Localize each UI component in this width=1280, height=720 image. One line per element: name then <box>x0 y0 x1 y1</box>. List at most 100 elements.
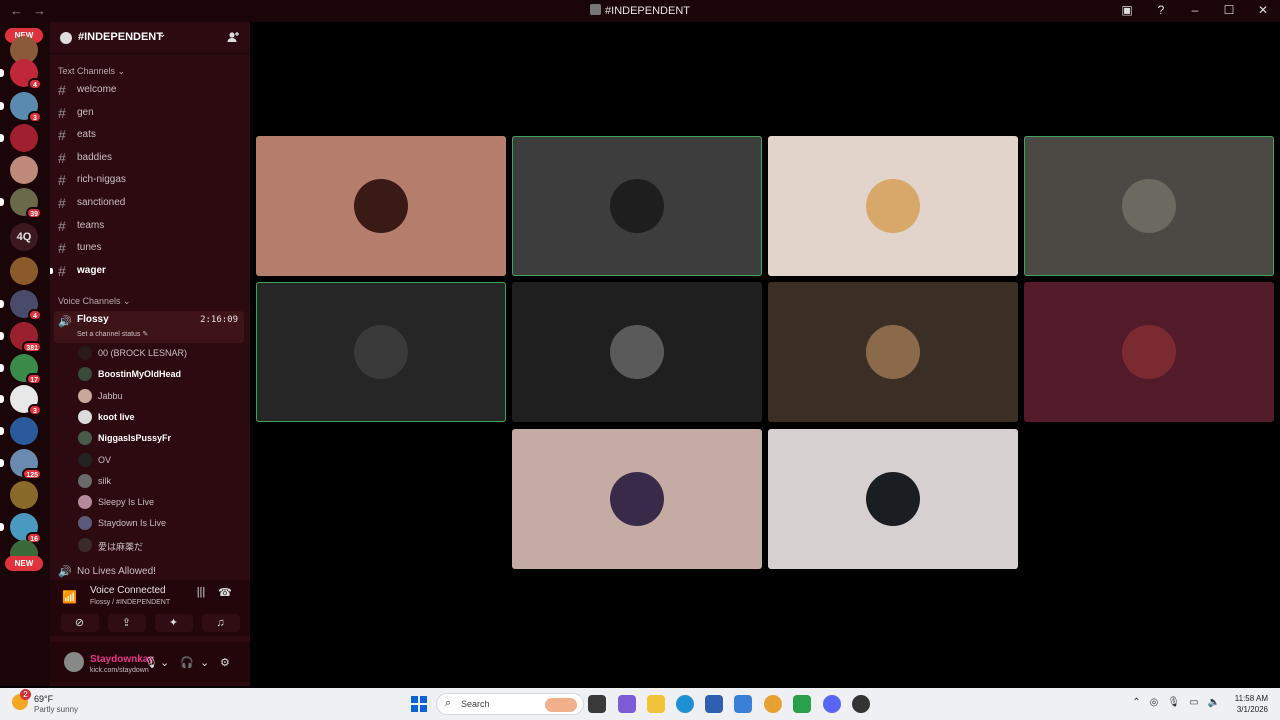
voice-member[interactable]: silk <box>74 472 244 490</box>
server-icon-9[interactable]: 381 <box>10 322 42 353</box>
maximize-button[interactable]: ☐ <box>1222 3 1236 17</box>
new-badge-bottom[interactable]: NEW <box>5 556 43 571</box>
participant-tile[interactable] <box>768 282 1018 422</box>
audio-options-chevron-icon[interactable]: ⌄ <box>200 656 209 669</box>
start-button[interactable] <box>411 696 427 712</box>
server-4q[interactable]: 4Q <box>10 223 38 251</box>
channel-tunes[interactable]: # tunes <box>54 238 242 258</box>
participant-tile[interactable] <box>256 282 506 422</box>
app-icon-green[interactable] <box>793 695 811 713</box>
help-icon[interactable]: ? <box>1154 3 1168 17</box>
voice-status-title[interactable]: Voice Connected <box>90 585 166 596</box>
voice-member[interactable]: OV <box>74 451 244 469</box>
store-icon[interactable] <box>705 695 723 713</box>
channel-rich-niggas[interactable]: # rich-niggas <box>54 170 242 190</box>
volume-icon[interactable]: 🔈 <box>1208 697 1220 708</box>
channel-welcome[interactable]: # welcome <box>54 80 242 100</box>
close-button[interactable]: ✕ <box>1256 3 1270 17</box>
minimize-button[interactable]: – <box>1188 3 1202 17</box>
server-icon-7[interactable] <box>10 257 38 285</box>
participant-tile[interactable] <box>1024 282 1274 422</box>
voice-channel-flossy[interactable]: 🔊 Flossy 2:16:09 Set a channel status ✎ <box>54 311 244 343</box>
server-icon-15[interactable]: 16 <box>10 513 42 544</box>
participant-tile[interactable] <box>768 429 1018 569</box>
unread-pip <box>0 69 4 77</box>
voice-status-subtitle[interactable]: Flossy / #INDEPENDENT <box>90 599 170 606</box>
tray-app-icon[interactable]: ◎ <box>1150 697 1159 708</box>
channel-gen[interactable]: # gen <box>54 103 242 123</box>
voice-member[interactable]: Staydown Is Live <box>74 514 244 532</box>
chevron-up-icon[interactable]: ⌃ <box>1132 697 1140 708</box>
channel-wager[interactable]: # wager <box>50 261 242 281</box>
server-icon-13[interactable]: 125 <box>10 449 42 480</box>
participant-tile[interactable] <box>256 136 506 276</box>
voice-member[interactable]: 00 (BROCK LESNAR) <box>74 344 244 362</box>
channel-teams[interactable]: # teams <box>54 216 242 236</box>
copilot-icon[interactable] <box>618 695 636 713</box>
unread-pip <box>0 102 4 110</box>
channel-sanctioned[interactable]: # sanctioned <box>54 193 242 213</box>
headphones-icon[interactable]: 🎧 <box>180 656 194 669</box>
window-title: #INDEPENDENT <box>605 5 690 17</box>
voice-channel-no-lives[interactable]: 🔊 No Lives Allowed! <box>54 562 242 582</box>
participant-tile[interactable] <box>512 429 762 569</box>
voice-member[interactable]: Sleepy Is Live <box>74 493 244 511</box>
call-timer: 2:16:09 <box>200 315 238 325</box>
gear-icon[interactable]: ⚙ <box>220 656 230 669</box>
participant-avatar <box>866 325 920 379</box>
voice-member[interactable]: Jabbu <box>74 387 244 405</box>
text-channels-category[interactable]: Text Channels ⌄ <box>58 66 125 77</box>
screen-share-button[interactable]: ⇪ <box>107 614 146 632</box>
voice-member[interactable]: koot live <box>74 408 244 426</box>
voice-member[interactable]: BoostinMyOldHead <box>74 365 244 383</box>
server-icon-2[interactable]: 4 <box>10 59 42 90</box>
server-badge: 381 <box>22 341 42 353</box>
signal-icon[interactable]: 📶 <box>62 590 77 604</box>
mic-options-chevron-icon[interactable]: ⌄ <box>160 656 169 669</box>
server-boost-icon <box>60 32 72 44</box>
voice-actions: ⊘ ⇪ ✦ ♫ <box>50 614 250 634</box>
clock[interactable]: 11:58 AM 3/1/2026 <box>1235 693 1268 715</box>
inbox-icon[interactable]: ▣ <box>1120 3 1134 17</box>
microphone-tray-icon[interactable]: 🎙 <box>1167 697 1180 708</box>
taskbar-search[interactable]: ⌕ Search <box>436 693 584 715</box>
edge-icon[interactable] <box>676 695 694 713</box>
participant-tile[interactable] <box>512 282 762 422</box>
chrome-icon[interactable] <box>764 695 782 713</box>
soundboard-button[interactable]: ♫ <box>201 614 240 632</box>
hash-icon: # <box>58 263 66 279</box>
voice-member[interactable]: NiggasIsPussyFr <box>74 429 244 447</box>
server-icon-10[interactable]: 17 <box>10 354 42 385</box>
participant-tile[interactable] <box>512 136 762 276</box>
participant-tile[interactable] <box>1024 136 1274 276</box>
user-avatar[interactable] <box>64 652 84 672</box>
network-icon[interactable]: ▭ <box>1189 697 1198 708</box>
server-header[interactable]: #INDEPENDENT ⌄ <box>50 22 250 54</box>
server-icon-12[interactable] <box>10 417 38 445</box>
disconnect-icon[interactable]: ☎ <box>218 586 232 600</box>
server-icon-6[interactable]: 39 <box>10 188 42 219</box>
server-icon-5[interactable] <box>10 156 38 184</box>
participant-tile[interactable] <box>768 136 1018 276</box>
voice-channels-category[interactable]: Voice Channels ⌄ <box>58 296 131 307</box>
camera-off-button[interactable]: ⊘ <box>60 614 99 632</box>
microphone-icon[interactable]: 🎙 <box>144 656 158 669</box>
outlook-icon[interactable] <box>734 695 752 713</box>
server-icon-8[interactable]: 4 <box>10 290 42 321</box>
app-icon-dark[interactable] <box>852 695 870 713</box>
server-icon-11[interactable]: 3 <box>10 385 42 416</box>
invite-people-icon[interactable] <box>226 30 240 44</box>
channel-status-input[interactable]: Set a channel status ✎ <box>77 330 148 338</box>
activities-button[interactable]: ✦ <box>154 614 193 632</box>
discord-icon[interactable] <box>823 695 841 713</box>
task-view-icon[interactable] <box>588 695 606 713</box>
noise-suppression-icon[interactable]: ||| <box>194 586 208 600</box>
server-icon-14[interactable] <box>10 481 38 509</box>
server-icon-4[interactable] <box>10 124 38 152</box>
server-icon-3[interactable]: 3 <box>10 92 42 123</box>
file-explorer-icon[interactable] <box>647 695 665 713</box>
voice-member[interactable]: 愛は麻薬だ <box>74 536 244 554</box>
channel-baddies[interactable]: # baddies <box>54 148 242 168</box>
channel-eats[interactable]: # eats <box>54 125 242 145</box>
unread-pip <box>50 268 53 274</box>
